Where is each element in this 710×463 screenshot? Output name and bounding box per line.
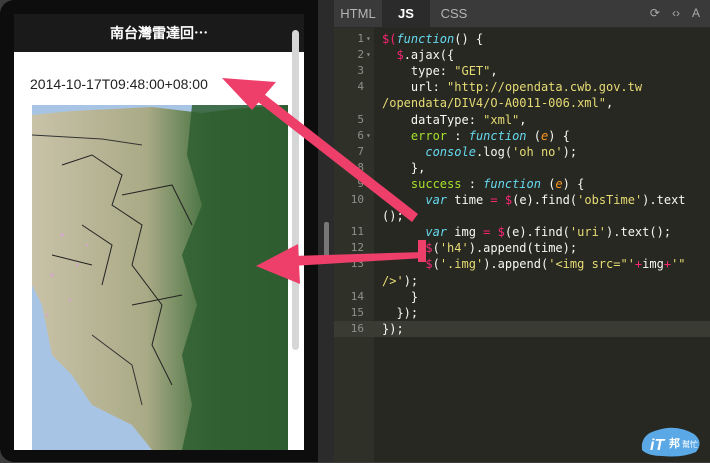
code-line[interactable]: 6 ▾ error : function (e) { bbox=[334, 128, 710, 144]
code-line[interactable]: />'); bbox=[334, 273, 710, 289]
radar-map-image bbox=[32, 105, 288, 450]
logo-it-text: iT bbox=[650, 437, 665, 454]
line-number: 10 bbox=[350, 193, 364, 206]
code-line[interactable]: (); bbox=[334, 208, 710, 224]
code-text: type: "GET", bbox=[382, 64, 498, 79]
observation-time-heading: 2014-10-17T09:48:00+08:00 bbox=[30, 76, 208, 92]
code-text: success : function (e) { bbox=[410, 176, 585, 191]
code-line[interactable]: 9 ▾ success : function (e) { bbox=[334, 176, 710, 192]
logo-bang-text: 邦 bbox=[669, 436, 680, 450]
fold-arrow-icon[interactable]: ▾ bbox=[366, 31, 371, 47]
line-number: 4 bbox=[357, 80, 364, 94]
tab-js[interactable]: JS bbox=[382, 0, 430, 27]
code-text: }, bbox=[382, 160, 426, 175]
code-line[interactable]: 8 }, bbox=[334, 160, 710, 176]
code-icon[interactable]: ‹› bbox=[672, 6, 680, 20]
line-number: 16 bbox=[350, 321, 364, 335]
code-line[interactable]: 1 ▾ $(function() { bbox=[334, 31, 710, 47]
editor-tabbar: HTML JS CSS ⟳ ‹› A bbox=[334, 0, 710, 28]
tab-html[interactable]: HTML bbox=[334, 0, 382, 27]
line-number: 15 bbox=[350, 305, 364, 319]
code-text: var img = $(e).find('uri').text(); bbox=[425, 225, 672, 240]
code-line[interactable]: 4 url: "http://opendata.cwb.gov.tw bbox=[334, 79, 710, 95]
js-code-editor[interactable]: 1 ▾ $(function() {2 ▾ $.ajax({3 type: "GET"… bbox=[334, 28, 710, 462]
code-text: console.log('oh no'); bbox=[425, 144, 578, 159]
fold-arrow-icon[interactable]: ▾ bbox=[366, 176, 371, 192]
mobile-preview-frame: 南台灣雷達回⋯ 2014-10-17T09:48:00+08:00 bbox=[0, 0, 318, 462]
line-number: 3 bbox=[357, 64, 364, 78]
line-number: 11 bbox=[350, 225, 364, 239]
code-text: }); bbox=[382, 321, 404, 336]
code-text: }); bbox=[382, 305, 419, 320]
code-line[interactable]: 3 type: "GET", bbox=[334, 63, 710, 79]
line-number: 14 bbox=[350, 289, 364, 303]
fold-arrow-icon[interactable]: ▾ bbox=[366, 128, 371, 144]
ithome-watermark-logo: iT 邦 幫忙 bbox=[636, 420, 706, 458]
line-number: 8 bbox=[357, 160, 364, 174]
mobile-preview-screen: 南台灣雷達回⋯ 2014-10-17T09:48:00+08:00 bbox=[14, 14, 304, 450]
resize-grip[interactable] bbox=[324, 222, 329, 262]
fold-arrow-icon[interactable]: ▾ bbox=[366, 47, 371, 63]
code-line[interactable]: 2 ▾ $.ajax({ bbox=[334, 47, 710, 63]
code-line[interactable]: 12 $('h4').append(time); bbox=[334, 240, 710, 256]
text-size-icon[interactable]: A bbox=[692, 6, 700, 20]
line-number: 2 bbox=[357, 48, 364, 62]
line-number: 12 bbox=[350, 241, 364, 255]
code-text: (); bbox=[382, 209, 404, 224]
app-header: 南台灣雷達回⋯ bbox=[14, 14, 304, 52]
line-number: 9 bbox=[357, 176, 364, 190]
code-text: $(function() { bbox=[382, 32, 484, 46]
code-line[interactable]: 11 var img = $(e).find('uri').text(); bbox=[334, 224, 710, 240]
code-text: url: "http://opendata.cwb.gov.tw bbox=[382, 80, 643, 95]
code-text: />'); bbox=[382, 273, 419, 288]
code-text: } bbox=[382, 289, 419, 304]
app-header-title: 南台灣雷達回⋯ bbox=[110, 25, 208, 41]
code-text: $('.img').append('<img src="'+img+'" bbox=[425, 257, 686, 272]
line-number: 13 bbox=[350, 257, 364, 271]
code-text: dataType: "xml", bbox=[382, 112, 527, 127]
line-number: 5 bbox=[357, 112, 364, 126]
line-number: 1 bbox=[357, 32, 364, 45]
code-line[interactable]: 7 console.log('oh no'); bbox=[334, 144, 710, 160]
code-text: /opendata/DIV4/O-A0011-006.xml", bbox=[382, 96, 614, 111]
code-line[interactable]: 15 }); bbox=[334, 305, 710, 321]
code-line[interactable]: 13 $('.img').append('<img src="'+img+'" bbox=[334, 256, 710, 272]
tab-css[interactable]: CSS bbox=[430, 0, 478, 27]
line-number: 7 bbox=[357, 144, 364, 158]
code-text: error : function (e) { bbox=[410, 128, 570, 143]
code-text: $.ajax({ bbox=[396, 48, 455, 63]
logo-help-text: 幫忙 bbox=[682, 439, 698, 449]
refresh-icon[interactable]: ⟳ bbox=[650, 6, 660, 20]
line-number: 6 bbox=[357, 128, 364, 142]
code-line[interactable]: /opendata/DIV4/O-A0011-006.xml", bbox=[334, 95, 710, 111]
code-line[interactable]: 16}); bbox=[334, 320, 710, 337]
code-line[interactable]: 14 } bbox=[334, 289, 710, 305]
code-line[interactable]: 5 dataType: "xml", bbox=[334, 112, 710, 128]
code-line[interactable]: 10 var time = $(e).find('obsTime').text bbox=[334, 192, 710, 208]
code-text: $('h4').append(time); bbox=[425, 241, 578, 256]
preview-scrollbar[interactable] bbox=[292, 30, 299, 350]
code-text: var time = $(e).find('obsTime').text bbox=[425, 193, 686, 207]
